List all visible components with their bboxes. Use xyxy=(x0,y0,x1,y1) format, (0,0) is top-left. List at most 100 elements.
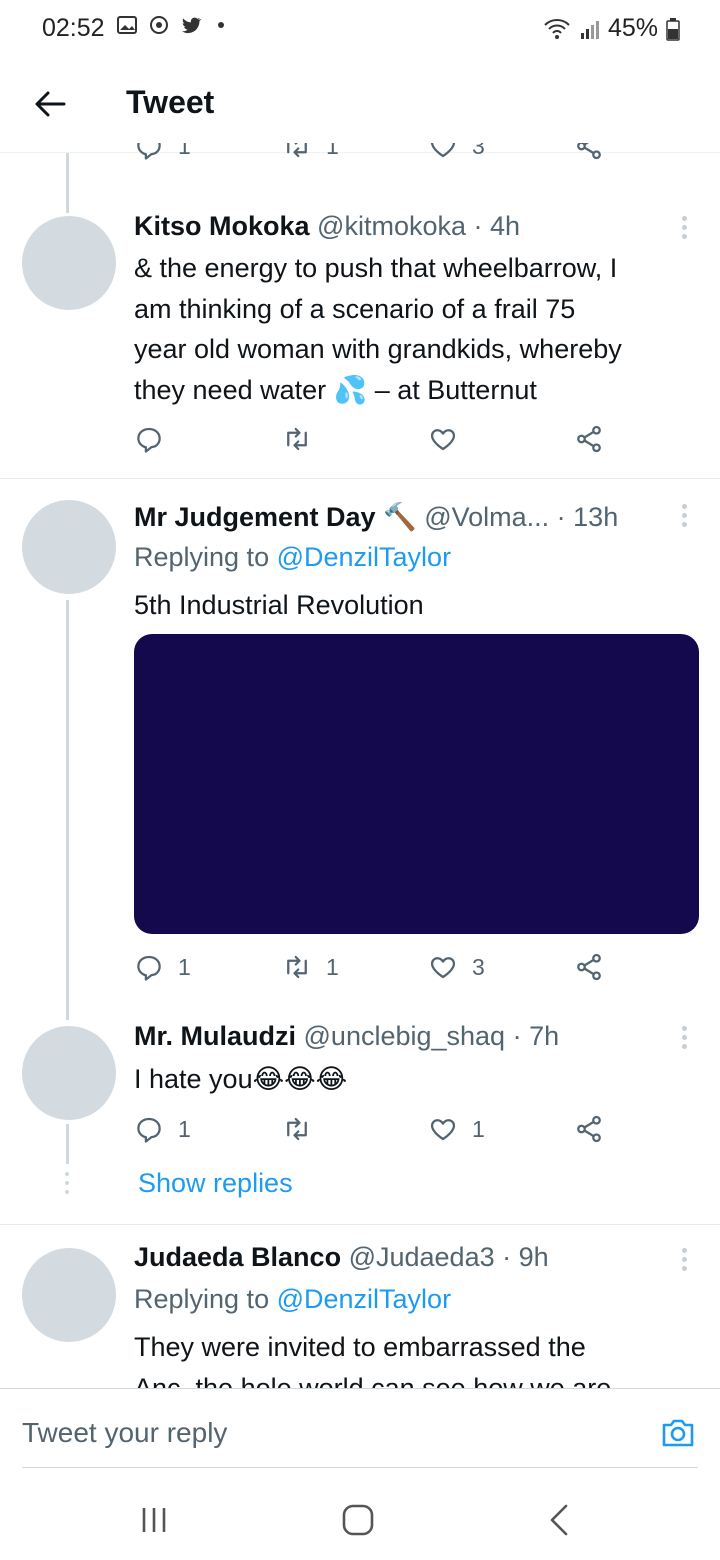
more-icon[interactable] xyxy=(682,216,688,242)
author-handle[interactable]: @Judaeda3 xyxy=(349,1242,495,1272)
like-count: 1 xyxy=(472,1115,485,1142)
dot-indicator xyxy=(218,22,224,28)
status-bar: 02:52 45% xyxy=(0,0,720,60)
tweet-time: · 7h xyxy=(512,1021,560,1051)
like-icon xyxy=(430,957,456,979)
retweet-icon xyxy=(287,143,307,158)
more-icon[interactable] xyxy=(682,1026,688,1052)
share-button[interactable] xyxy=(574,143,604,161)
avatar[interactable] xyxy=(22,1026,116,1120)
reply-button[interactable]: 1 xyxy=(134,143,191,161)
tweet-actions: 1 1 3 xyxy=(134,952,624,988)
tweet-actions-partial: 1 1 3 xyxy=(134,143,624,171)
like-button[interactable]: 3 xyxy=(428,143,485,161)
top-app-bar: Tweet xyxy=(0,60,720,153)
avatar[interactable] xyxy=(22,1248,116,1342)
reply-icon xyxy=(137,143,161,160)
recent-apps-icon[interactable] xyxy=(134,1500,174,1540)
tweet-text: & the energy to push that wheelbarrow, I… xyxy=(134,248,704,410)
camera-icon[interactable] xyxy=(658,1413,698,1453)
battery-percent: 45% xyxy=(607,14,658,42)
show-replies-link[interactable]: Show replies xyxy=(138,1168,293,1199)
page-title: Tweet xyxy=(126,84,215,120)
share-button[interactable] xyxy=(574,424,604,454)
more-icon[interactable] xyxy=(682,1248,688,1274)
like-count: 3 xyxy=(472,953,485,980)
replying-to: Replying to @DenzilTaylor xyxy=(134,542,451,573)
author-handle[interactable]: @Volma... xyxy=(424,502,549,532)
divider xyxy=(0,478,720,479)
tweet-media[interactable] xyxy=(134,634,699,934)
notification-icons xyxy=(116,14,224,36)
tweet-text-line: They were invited to embarrassed the xyxy=(134,1332,586,1362)
reply-input-underline xyxy=(22,1467,698,1468)
retweet-count: 1 xyxy=(326,953,339,980)
home-icon[interactable] xyxy=(338,1500,378,1540)
retweet-icon xyxy=(287,427,307,451)
avatar[interactable] xyxy=(22,500,116,594)
like-icon xyxy=(430,429,456,451)
replying-to-link[interactable]: @DenzilTaylor xyxy=(277,542,451,572)
like-button[interactable]: 1 xyxy=(428,1114,485,1144)
back-icon[interactable] xyxy=(540,1500,580,1540)
signal-icon xyxy=(580,20,599,39)
like-button[interactable] xyxy=(428,424,458,454)
replying-to: Replying to @DenzilTaylor xyxy=(134,1284,451,1315)
twitter-bird-icon xyxy=(181,17,202,34)
retweet-icon xyxy=(287,955,307,979)
tweet-time: · 13h xyxy=(556,502,619,532)
share-icon xyxy=(577,1115,601,1143)
tweet-actions: 1 1 xyxy=(134,1114,624,1150)
reply-button[interactable]: 1 xyxy=(134,952,191,982)
reply-button[interactable] xyxy=(134,424,164,454)
tweet-text: I hate you😂😂😂 xyxy=(134,1064,348,1094)
author-name[interactable]: Judaeda Blanco xyxy=(134,1242,341,1272)
like-button[interactable]: 3 xyxy=(428,952,485,982)
replying-to-prefix: Replying to xyxy=(134,1284,270,1314)
reply-icon xyxy=(137,1117,161,1143)
back-arrow-icon[interactable] xyxy=(30,84,70,124)
sync-icon xyxy=(150,16,168,34)
retweet-button[interactable] xyxy=(282,424,312,454)
author-handle[interactable]: @kitmokoka xyxy=(317,211,466,241)
like-count: 3 xyxy=(472,143,485,159)
reply-icon xyxy=(137,955,161,981)
share-button[interactable] xyxy=(574,1114,604,1144)
share-icon xyxy=(577,425,601,453)
share-button[interactable] xyxy=(574,952,604,982)
reply-input[interactable]: Tweet your reply xyxy=(22,1417,227,1449)
reply-button[interactable]: 1 xyxy=(134,1114,191,1144)
retweet-button[interactable]: 1 xyxy=(282,143,339,161)
reply-count: 1 xyxy=(178,1115,191,1142)
retweet-button[interactable] xyxy=(282,1114,312,1144)
tweet-header: Kitso Mokoka @kitmokoka · 4h xyxy=(134,211,520,242)
tweet-header: Judaeda Blanco @Judaeda3 · 9h xyxy=(134,1242,549,1273)
system-nav-bar xyxy=(0,1478,720,1560)
replying-to-link[interactable]: @DenzilTaylor xyxy=(277,1284,451,1314)
like-icon xyxy=(430,1119,456,1141)
retweet-button[interactable]: 1 xyxy=(282,952,339,982)
author-name[interactable]: Kitso Mokoka xyxy=(134,211,310,241)
tweet-text-line: am thinking of a scenario of a frail 75 xyxy=(134,293,576,324)
tweet-actions xyxy=(134,424,624,460)
more-icon[interactable] xyxy=(682,504,688,530)
tweet-text-line: year old woman with grandkids, whereby xyxy=(134,334,622,364)
tweet-time: · 9h xyxy=(502,1242,549,1272)
status-right: 45% xyxy=(542,14,680,43)
tweet-time: · 4h xyxy=(473,211,521,241)
reply-count: 1 xyxy=(178,953,191,980)
retweet-count: 1 xyxy=(326,143,339,159)
avatar[interactable] xyxy=(22,216,116,310)
author-name[interactable]: Mr Judgement Day 🔨 xyxy=(134,502,417,532)
tweet-header: Mr. Mulaudzi @unclebig_shaq · 7h xyxy=(134,1021,559,1052)
author-handle[interactable]: @unclebig_shaq xyxy=(304,1021,506,1051)
retweet-icon xyxy=(287,1117,307,1141)
author-name[interactable]: Mr. Mulaudzi xyxy=(134,1021,296,1051)
tweet-text-line: & the energy to push that wheelbarrow, I xyxy=(134,253,618,283)
thread-line xyxy=(66,153,69,213)
tweet-text: 5th Industrial Revolution xyxy=(134,590,424,620)
replying-to-prefix: Replying to xyxy=(134,542,270,572)
share-icon xyxy=(577,953,601,981)
share-icon xyxy=(577,143,601,160)
thread-dotted-line xyxy=(64,1172,70,1199)
